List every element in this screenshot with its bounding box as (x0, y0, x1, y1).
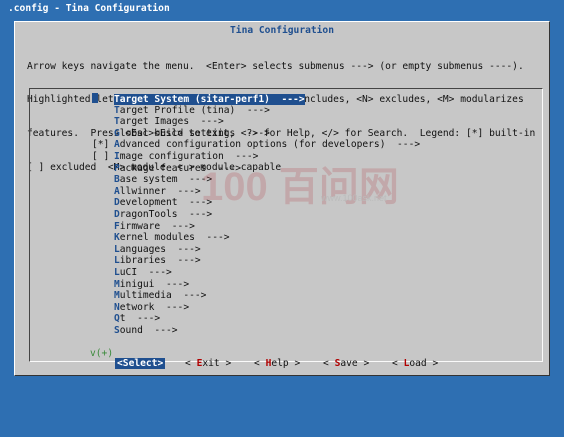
button-bracket: < (392, 358, 404, 369)
save-button[interactable]: < Save > (323, 358, 369, 369)
help-button[interactable]: < Help > (254, 358, 300, 369)
menu-item[interactable]: Target System (sitar-perf1) ---> (30, 93, 542, 106)
dialog-title: Tina Configuration (230, 25, 334, 36)
menu-item-label: DragonTools ---> (114, 209, 212, 220)
menu-item-label: Kernel modules ---> (114, 232, 230, 243)
menu-list: Target System (sitar-perf1) ---> Target P… (30, 93, 542, 336)
button-bar: <Select> < Exit > < Help > < Save > < Lo… (15, 358, 549, 372)
menu-item-label: Network ---> (114, 302, 189, 313)
menu-item[interactable]: Minigui ---> (30, 279, 542, 291)
menu-list-box: Target System (sitar-perf1) ---> Target P… (29, 88, 543, 362)
menu-item-label: Package features ---> (114, 163, 241, 174)
menu-item[interactable]: Sound ---> (30, 325, 542, 337)
menu-item-text: mage configuration ---> (119, 150, 259, 162)
menu-item[interactable]: [*] Advanced configuration options (for d… (30, 139, 542, 151)
menu-item-text: uCI ---> (119, 266, 172, 278)
menu-item-label: Minigui ---> (114, 279, 189, 290)
menu-item-label: Sound ---> (114, 325, 178, 336)
menu-item-label: Base system ---> (114, 174, 212, 185)
menu-item-label: Qt ---> (114, 313, 160, 324)
cursor-block (92, 93, 98, 103)
menu-item-state: [ ] (92, 150, 110, 162)
button-label: ave > (340, 358, 370, 369)
button-label: elect> (128, 358, 164, 369)
menu-item[interactable]: Target Profile (tina) ---> (30, 105, 542, 117)
menu-item[interactable]: Target Images ---> (30, 116, 542, 128)
menu-item-text: llwinner ---> (119, 185, 201, 197)
button-bracket: < (185, 358, 197, 369)
menu-item-text: arget Profile (tina) ---> (119, 104, 270, 116)
menu-item-label: Target Images ---> (114, 116, 224, 127)
menu-item-text: ound ---> (119, 324, 178, 336)
menu-item[interactable]: Firmware ---> (30, 221, 542, 233)
menu-item-text: t ---> (119, 313, 161, 325)
menu-item-text: ultimedia ---> (119, 290, 207, 302)
help-line: Arrow keys navigate the menu. <Enter> se… (27, 60, 524, 72)
menu-item-label: LuCI ---> (114, 267, 172, 278)
menu-item-text: evelopment ---> (119, 197, 213, 209)
menu-item-text: lobal build settings ---> (119, 127, 270, 139)
window-title: .config - Tina Configuration (8, 3, 170, 14)
menu-item-text: ragonTools ---> (119, 208, 213, 220)
menu-item-text: ackage features ---> (119, 162, 242, 174)
select-button[interactable]: <Select> (115, 358, 166, 370)
menu-item-label: Allwinner ---> (114, 186, 201, 197)
menu-item-label: Firmware ---> (114, 221, 195, 232)
menu-item-text: inigui ---> (119, 278, 190, 290)
menu-item-label: Development ---> (114, 197, 212, 208)
menu-item-label: Languages ---> (114, 244, 201, 255)
menu-item-text: arget System (sitar-perf1) ---> (119, 94, 305, 105)
menu-item-label: Target System (sitar-perf1) ---> (114, 94, 305, 106)
exit-button[interactable]: < Exit > (185, 358, 231, 369)
menu-item[interactable]: Libraries ---> (30, 255, 542, 267)
menu-item-text: ernel modules ---> (119, 232, 230, 244)
menu-item[interactable]: DragonTools ---> (30, 209, 542, 221)
menu-item[interactable]: Global build settings ---> (30, 128, 542, 140)
menu-item-prefix (30, 93, 114, 105)
menu-item[interactable]: Development ---> (30, 197, 542, 209)
menu-item-label: Advanced configuration options (for deve… (114, 139, 420, 150)
menu-item[interactable]: Allwinner ---> (30, 186, 542, 198)
menu-item-label: Target Profile (tina) ---> (114, 105, 270, 116)
menu-item[interactable]: Kernel modules ---> (30, 232, 542, 244)
menu-item[interactable]: Package features ---> (30, 163, 542, 175)
menu-item-text: ibraries ---> (119, 255, 201, 267)
menu-item-label: Image configuration ---> (114, 151, 258, 162)
load-button[interactable]: < Load > (392, 358, 438, 369)
menu-item-prefix: [*] (30, 139, 114, 150)
button-label: xit > (202, 358, 232, 369)
menu-item[interactable]: Qt ---> (30, 313, 542, 325)
button-bracket: < (323, 358, 335, 369)
button-bracket: < (254, 358, 266, 369)
menu-item[interactable]: Base system ---> (30, 174, 542, 186)
menu-item[interactable]: Network ---> (30, 302, 542, 314)
menu-item[interactable]: Languages ---> (30, 244, 542, 256)
menu-item[interactable]: LuCI ---> (30, 267, 542, 279)
button-label: elp > (271, 358, 301, 369)
menu-item-prefix: [ ] (30, 151, 114, 162)
menu-item[interactable]: Multimedia ---> (30, 290, 542, 302)
menu-item-text: arget Images ---> (119, 116, 224, 128)
menuconfig-dialog: Tina Configuration Arrow keys navigate t… (14, 21, 550, 376)
menu-item-label: Global build settings ---> (114, 128, 270, 139)
menu-item-text: dvanced configuration options (for devel… (119, 139, 421, 151)
menu-item-text: ase system ---> (119, 174, 213, 186)
menu-item-text: etwork ---> (119, 301, 190, 313)
menu-item-state: [*] (92, 139, 110, 151)
menu-item[interactable]: [ ] Image configuration ---> (30, 151, 542, 163)
menu-item-label: Multimedia ---> (114, 290, 206, 301)
menu-item-text: irmware ---> (119, 220, 195, 232)
menu-item-text: anguages ---> (119, 243, 201, 255)
menu-item-label: Libraries ---> (114, 255, 201, 266)
button-label: oad > (409, 358, 439, 369)
